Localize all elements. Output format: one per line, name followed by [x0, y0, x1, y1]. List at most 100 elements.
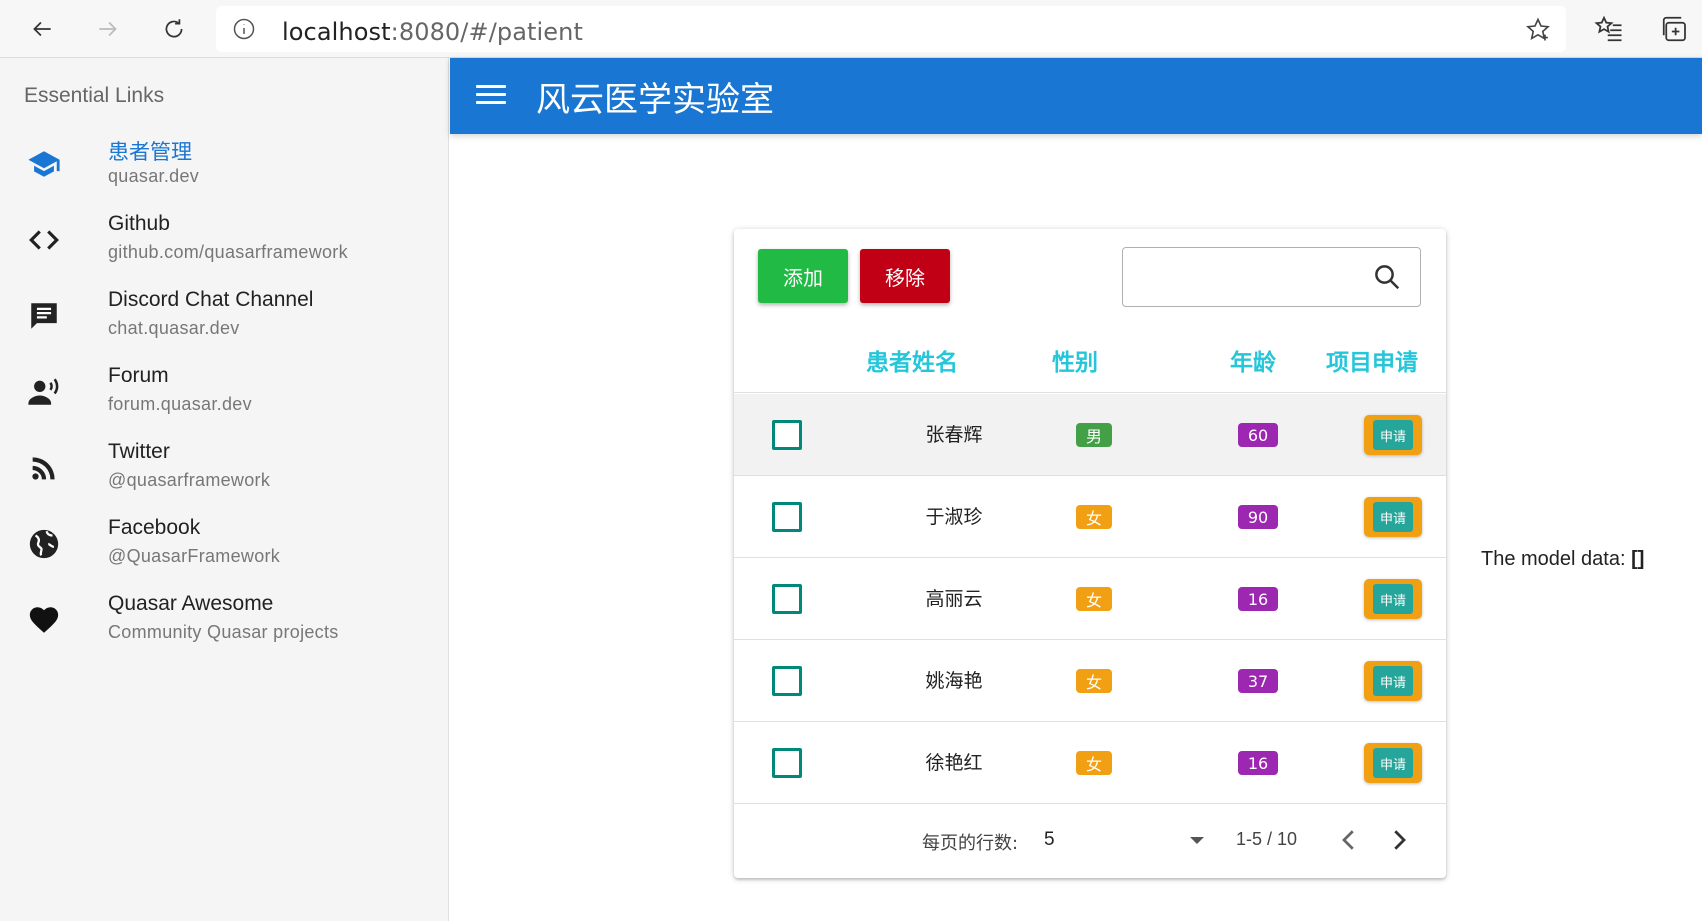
code-icon: [26, 222, 62, 258]
drawer-link-title: Twitter: [108, 440, 170, 463]
apply-button-label: 申请: [1373, 748, 1413, 778]
app-header: 风云医学实验室: [450, 58, 1702, 134]
drawer-link-github[interactable]: Github github.com/quasarframework: [0, 202, 449, 278]
table-row[interactable]: 于淑珍 女 90 申请: [734, 476, 1446, 558]
row-checkbox[interactable]: [772, 584, 802, 614]
table-row[interactable]: 徐艳红 女 16 申请: [734, 722, 1446, 804]
row-checkbox[interactable]: [772, 748, 802, 778]
drawer-link-title: Facebook: [108, 516, 201, 539]
drawer-link-title: Github: [108, 212, 170, 235]
drawer-link-title: Discord Chat Channel: [108, 288, 314, 311]
search-input[interactable]: [1133, 258, 1353, 296]
gender-badge: 女: [1076, 505, 1112, 529]
row-checkbox[interactable]: [772, 502, 802, 532]
drawer-link-forum[interactable]: Forum forum.quasar.dev: [0, 354, 449, 430]
patient-name: 姚海艳: [925, 670, 983, 692]
apply-button[interactable]: 申请: [1364, 661, 1422, 701]
gender-badge: 女: [1076, 751, 1112, 775]
favorite-heart-icon: [26, 602, 62, 638]
rows-per-page-value: 5: [1044, 829, 1055, 850]
info-icon[interactable]: [232, 17, 256, 41]
patient-name: 张春辉: [925, 424, 983, 446]
age-badge: 16: [1238, 751, 1278, 775]
navigation-drawer: Essential Links 患者管理 quasar.dev Github g…: [0, 58, 449, 921]
page-range: 1-5 / 10: [1236, 829, 1298, 849]
refresh-icon[interactable]: [154, 12, 194, 46]
apply-button-label: 申请: [1373, 584, 1413, 614]
gender-badge: 女: [1076, 669, 1112, 693]
age-badge: 37: [1238, 669, 1278, 693]
apply-button[interactable]: 申请: [1364, 743, 1422, 783]
table-row[interactable]: 姚海艳 女 37 申请: [734, 640, 1446, 722]
apply-button[interactable]: 申请: [1364, 415, 1422, 455]
row-checkbox[interactable]: [772, 420, 802, 450]
menu-icon[interactable]: [474, 80, 508, 112]
gender-badge: 女: [1076, 587, 1112, 611]
drawer-link-title: Forum: [108, 364, 169, 387]
drawer-link-caption: github.com/quasarframework: [108, 242, 348, 262]
public-globe-icon: [26, 526, 62, 562]
pagination-bar: 每页的行数: 5 1-5 / 10: [734, 805, 1446, 878]
column-header-apply[interactable]: 项目申请: [1326, 343, 1418, 377]
browser-toolbar: localhost:8080/#/patient: [0, 0, 1702, 58]
column-header-age[interactable]: 年龄: [1230, 343, 1276, 377]
drawer-header: Essential Links: [24, 84, 165, 107]
apply-button-label: 申请: [1373, 420, 1413, 450]
chevron-right-icon[interactable]: [1384, 825, 1414, 855]
rss-feed-icon: [26, 450, 62, 486]
drawer-link-facebook[interactable]: Facebook @QuasarFramework: [0, 506, 449, 582]
forward-icon[interactable]: [88, 12, 128, 46]
column-header-gender[interactable]: 性别: [1052, 343, 1098, 377]
favorite-star-icon[interactable]: [1524, 16, 1552, 44]
age-badge: 90: [1238, 505, 1278, 529]
url-text: localhost:8080/#/patient: [282, 18, 583, 46]
table-row[interactable]: 张春辉 男 60 申请: [734, 394, 1446, 476]
apply-button[interactable]: 申请: [1364, 579, 1422, 619]
drawer-link-caption: quasar.dev: [108, 166, 200, 186]
drawer-link-patients[interactable]: 患者管理 quasar.dev: [0, 126, 449, 202]
add-button[interactable]: 添加: [758, 249, 848, 303]
collections-icon[interactable]: [1660, 14, 1690, 44]
apply-button[interactable]: 申请: [1364, 497, 1422, 537]
table-row[interactable]: 高丽云 女 16 申请: [734, 558, 1446, 640]
patient-table-card: 添加 移除 患者姓名 性别 年龄 项目申请 张春辉 男 60 申请 于淑珍 女 …: [734, 229, 1446, 878]
model-data-label: The model data:: [1481, 548, 1626, 570]
apply-button-label: 申请: [1373, 666, 1413, 696]
drawer-link-title: Quasar Awesome: [108, 592, 274, 615]
drawer-link-caption: forum.quasar.dev: [108, 394, 252, 414]
rows-per-page-label: 每页的行数:: [922, 833, 1019, 854]
remove-button[interactable]: 移除: [860, 249, 950, 303]
drawer-link-title: 患者管理: [108, 141, 192, 164]
url-path: :8080/#/patient: [390, 18, 583, 46]
school-icon: [26, 146, 62, 182]
dropdown-caret-icon: [1190, 837, 1204, 844]
row-checkbox[interactable]: [772, 666, 802, 696]
chat-icon: [26, 298, 62, 334]
column-header-name[interactable]: 患者姓名: [866, 343, 958, 377]
app-title: 风云医学实验室: [536, 80, 774, 120]
age-badge: 60: [1238, 423, 1278, 447]
drawer-link-caption: Community Quasar projects: [108, 622, 339, 642]
drawer-link-caption: chat.quasar.dev: [108, 318, 240, 338]
search-field[interactable]: [1122, 247, 1421, 307]
patient-name: 徐艳红: [925, 752, 983, 774]
back-icon[interactable]: [22, 12, 62, 46]
address-bar[interactable]: localhost:8080/#/patient: [216, 6, 1566, 52]
drawer-link-quasar-awesome[interactable]: Quasar Awesome Community Quasar projects: [0, 582, 449, 658]
drawer-link-caption: @quasarframework: [108, 470, 271, 490]
drawer-link-caption: @QuasarFramework: [108, 546, 281, 566]
favorites-list-icon[interactable]: [1594, 14, 1624, 44]
record-voice-icon: [26, 374, 62, 410]
patient-name: 高丽云: [925, 588, 983, 610]
model-data-text: The model data: []: [1481, 548, 1644, 571]
rows-per-page-select[interactable]: 5: [1040, 821, 1214, 861]
chevron-left-icon[interactable]: [1334, 825, 1364, 855]
url-host: localhost: [282, 18, 391, 46]
model-data-value: []: [1631, 548, 1645, 570]
search-icon[interactable]: [1372, 262, 1402, 292]
drawer-link-discord[interactable]: Discord Chat Channel chat.quasar.dev: [0, 278, 449, 354]
drawer-link-twitter[interactable]: Twitter @quasarframework: [0, 430, 449, 506]
patient-name: 于淑珍: [925, 506, 983, 528]
gender-badge: 男: [1076, 423, 1112, 447]
age-badge: 16: [1238, 587, 1278, 611]
